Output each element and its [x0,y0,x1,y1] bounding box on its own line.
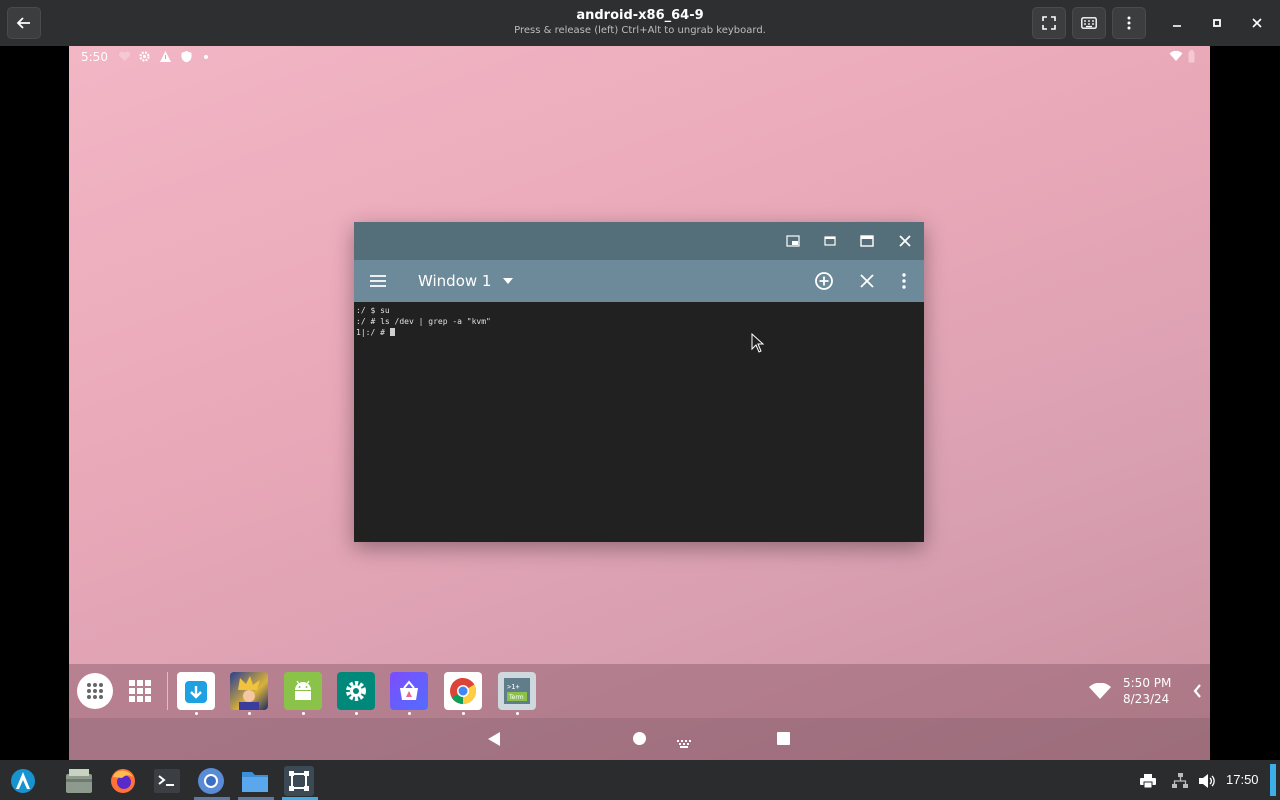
svg-text:>1+: >1+ [507,683,520,691]
app-launcher-icon[interactable] [8,766,38,796]
running-indicator [195,712,198,715]
mouse-pointer-icon [751,332,765,357]
running-indicator [355,712,358,715]
settings-gear-icon [138,50,151,63]
dropdown-arrow-icon[interactable] [498,271,518,291]
taskbar-time[interactable]: 5:50 PM [1123,676,1171,690]
apk-extractor-app-icon[interactable] [284,672,322,710]
terminal-icon[interactable] [152,766,182,796]
printer-icon[interactable] [1133,766,1163,796]
maximize-icon[interactable] [1200,7,1234,39]
running-indicator [408,712,411,715]
taskbar-divider [167,672,168,710]
status-bar: 5:50 [69,46,1210,68]
panel-clock[interactable]: 17:50 [1226,772,1259,787]
firefox-icon[interactable] [108,766,138,796]
app-store-icon[interactable] [390,672,428,710]
chromium-icon[interactable] [196,766,226,796]
nav-keyboard-icon[interactable] [676,734,692,753]
close-icon[interactable] [1240,7,1274,39]
overflow-menu-icon[interactable] [894,271,914,291]
terminal-prompt-line: 1|:/ # [356,327,922,338]
picture-in-picture-icon[interactable] [783,231,803,251]
warning-icon [159,50,172,63]
terminal-emulator-app-icon[interactable]: >1+ Term [498,672,536,710]
wifi-icon[interactable] [1089,682,1111,703]
keyboard-icon[interactable] [1072,7,1106,39]
window-caption-bar[interactable] [354,222,924,260]
close-terminal-icon[interactable] [857,271,877,291]
add-window-icon[interactable] [814,271,834,291]
file-manager-icon[interactable] [240,766,270,796]
android-screen: 5:50 Window 1:/ $ su:/ # ls /dev | gre… [69,46,1210,760]
fdroid-app-icon[interactable] [177,672,215,710]
fullscreen-icon[interactable] [1032,7,1066,39]
network-icon[interactable] [1165,766,1195,796]
nav-recents-icon[interactable] [777,732,790,745]
shield-icon [180,50,193,63]
battery-icon [1188,50,1195,63]
nav-back-icon[interactable] [487,731,501,751]
app-toolbar: Window 1 [354,260,924,302]
restore-window-icon[interactable] [820,231,840,251]
nav-home-icon[interactable] [633,732,646,745]
terminal-line: :/ $ su [356,306,390,315]
navigation-bar [69,718,1210,760]
running-indicator [248,712,251,715]
overview-grid-icon[interactable] [127,678,153,708]
terminal-window-selector[interactable]: Window 1 [418,272,491,290]
minimize-icon[interactable] [1160,7,1194,39]
menu-icon[interactable] [1112,7,1146,39]
terminal-line: :/ # ls /dev | grep -a "kvm" [356,317,491,326]
emulator-window-icon[interactable] [284,766,314,796]
game-app-icon[interactable] [230,672,268,710]
maximize-window-icon[interactable] [857,231,877,251]
status-time: 5:50 [81,50,108,64]
chrome-app-icon[interactable] [444,672,482,710]
app-drawer-icon[interactable] [77,673,113,709]
svg-text:Term: Term [508,694,524,701]
volume-icon[interactable] [1192,766,1222,796]
hamburger-menu-icon[interactable] [368,271,388,291]
host-titlebar: android-x86_64-9 Press & release (left) … [0,0,1280,46]
taskbar: >1+ Term 5:50 PM 8/23/24 [69,664,1210,718]
close-window-icon[interactable] [895,231,915,251]
heart-icon [118,50,131,63]
show-desktop-button[interactable] [1270,764,1276,796]
terminal-window[interactable]: Window 1 :/ $ su :/ # ls /dev | grep -a "… [354,222,924,542]
running-indicator [516,712,519,715]
file-archive-icon[interactable] [64,766,94,796]
settings-app-icon[interactable] [337,672,375,710]
terminal-line: 1|:/ # [356,328,390,337]
notification-dot-icon [204,55,208,59]
running-indicator [302,712,305,715]
running-indicator [462,712,465,715]
taskbar-date[interactable]: 8/23/24 [1123,692,1169,706]
chevron-left-icon[interactable] [1193,683,1201,702]
host-panel: 17:50 [0,760,1280,800]
terminal-output[interactable]: :/ $ su :/ # ls /dev | grep -a "kvm" 1|:/ … [354,302,924,542]
wifi-icon [1169,50,1183,63]
terminal-cursor [389,328,395,336]
